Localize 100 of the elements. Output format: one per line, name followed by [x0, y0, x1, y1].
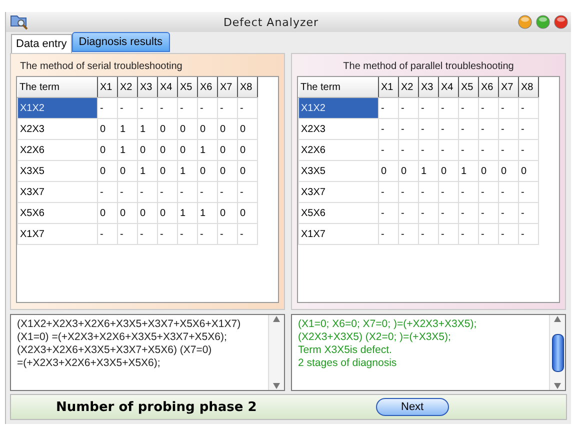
column-header[interactable]: X5 [458, 77, 478, 98]
column-header[interactable]: X7 [498, 77, 518, 98]
tab[interactable]: Diagnosis results [72, 32, 170, 52]
column-header[interactable]: X4 [438, 77, 458, 98]
window-title: Defect Analyzer [222, 16, 320, 28]
table-cell[interactable]: X2X6 [18, 140, 98, 160]
next-button[interactable]: Next [376, 398, 449, 416]
table-cell: - [218, 182, 238, 202]
table-cell: 0 [118, 160, 138, 182]
scroll-thumb[interactable] [552, 334, 564, 372]
table-cell: - [158, 182, 178, 202]
scroll-up-icon[interactable] [272, 315, 281, 323]
table-cell: - [238, 182, 258, 202]
table-cell: - [158, 98, 178, 118]
table-cell: 1 [418, 160, 438, 182]
table-cell[interactable]: X1X2 [18, 98, 98, 118]
table-cell: - [438, 224, 458, 244]
column-header[interactable]: X1 [98, 77, 118, 98]
scroll-up-icon[interactable] [553, 315, 562, 323]
table-cell: - [418, 202, 438, 224]
log-line: Term X3X5is defect. [298, 344, 393, 357]
table-cell: - [418, 140, 438, 160]
table-cell[interactable]: X5X6 [298, 202, 378, 224]
table-cell: - [418, 98, 438, 118]
log-line: (X1=0) =(+X2X3+X2X6+X3X5+X3X7+X5X6); [17, 331, 228, 344]
table-cell: 1 [138, 118, 158, 140]
table-cell: - [98, 182, 118, 202]
log-line: (X1=0; X6=0; X7=0; )=(+X2X3+X3X5); [298, 318, 478, 331]
table-cell[interactable]: X3X5 [298, 160, 378, 182]
column-header[interactable]: X5 [178, 77, 198, 98]
table-cell: - [498, 202, 518, 224]
table-cell: - [238, 224, 258, 244]
table-cell[interactable]: X3X5 [18, 160, 98, 182]
table-cell[interactable]: X2X6 [298, 140, 378, 160]
table-cell[interactable]: X1X7 [18, 224, 98, 244]
table-cell: - [398, 140, 418, 160]
table-cell: - [498, 118, 518, 140]
scroll-down-icon[interactable] [553, 382, 562, 390]
table-cell: - [518, 202, 538, 224]
table-cell: - [178, 182, 198, 202]
tab[interactable]: Data entry [11, 34, 72, 53]
column-header[interactable]: X7 [218, 77, 238, 98]
table-cell: - [378, 224, 398, 244]
table-cell: 1 [458, 160, 478, 182]
log-line: 2 stages of diagnosis [298, 357, 398, 370]
table-cell[interactable]: X3X7 [298, 182, 378, 202]
table-cell: - [478, 98, 498, 118]
column-header[interactable]: X6 [478, 77, 498, 98]
scroll-down-icon[interactable] [272, 382, 281, 390]
table-cell: - [418, 118, 438, 140]
table-cell: - [398, 202, 418, 224]
table-cell[interactable]: X5X6 [18, 202, 98, 224]
table-cell: - [478, 140, 498, 160]
table-cell: - [218, 98, 238, 118]
table-cell: 0 [238, 202, 258, 224]
table-cell: - [458, 118, 478, 140]
column-header[interactable]: X8 [518, 77, 538, 98]
table-cell: - [498, 140, 518, 160]
column-header[interactable]: X2 [118, 77, 138, 98]
log-line: (X1X2+X2X3+X2X6+X3X5+X3X7+X5X6+X1X7) [17, 318, 242, 331]
table-cell: - [398, 182, 418, 202]
column-header[interactable]: X3 [138, 77, 158, 98]
table-cell: - [118, 224, 138, 244]
column-header[interactable]: X4 [158, 77, 178, 98]
minimize-button[interactable] [518, 15, 532, 29]
close-button[interactable] [554, 15, 568, 29]
table-cell[interactable]: X2X3 [298, 118, 378, 140]
scrollbar[interactable] [268, 315, 284, 390]
table-cell: - [178, 224, 198, 244]
column-header[interactable]: X3 [418, 77, 438, 98]
table-cell: - [138, 98, 158, 118]
table-cell: - [198, 182, 218, 202]
table-cell: - [438, 140, 458, 160]
column-header[interactable]: X1 [378, 77, 398, 98]
table-cell: - [118, 98, 138, 118]
table-cell: - [518, 98, 538, 118]
table-cell: - [138, 224, 158, 244]
table-cell: 1 [118, 118, 138, 140]
column-header[interactable]: The term [298, 77, 378, 98]
table-cell[interactable]: X1X7 [298, 224, 378, 244]
table-cell: 0 [178, 118, 198, 140]
scrollbar[interactable] [549, 315, 565, 390]
column-header[interactable]: X6 [198, 77, 218, 98]
table-cell: - [238, 98, 258, 118]
table-cell: 1 [138, 160, 158, 182]
table-cell: - [498, 224, 518, 244]
column-header[interactable]: X8 [238, 77, 258, 98]
table-cell: - [158, 224, 178, 244]
table-cell: - [398, 224, 418, 244]
table-cell: 0 [498, 160, 518, 182]
table-cell[interactable]: X3X7 [18, 182, 98, 202]
table-cell: - [98, 98, 118, 118]
column-header[interactable]: X2 [398, 77, 418, 98]
table-cell: - [178, 98, 198, 118]
table-cell: 0 [398, 160, 418, 182]
maximize-button[interactable] [536, 15, 550, 29]
table-cell[interactable]: X2X3 [18, 118, 98, 140]
table-cell[interactable]: X1X2 [298, 98, 378, 118]
panel-title: The method of serial troubleshooting [19, 60, 184, 74]
column-header[interactable]: The term [18, 77, 98, 98]
